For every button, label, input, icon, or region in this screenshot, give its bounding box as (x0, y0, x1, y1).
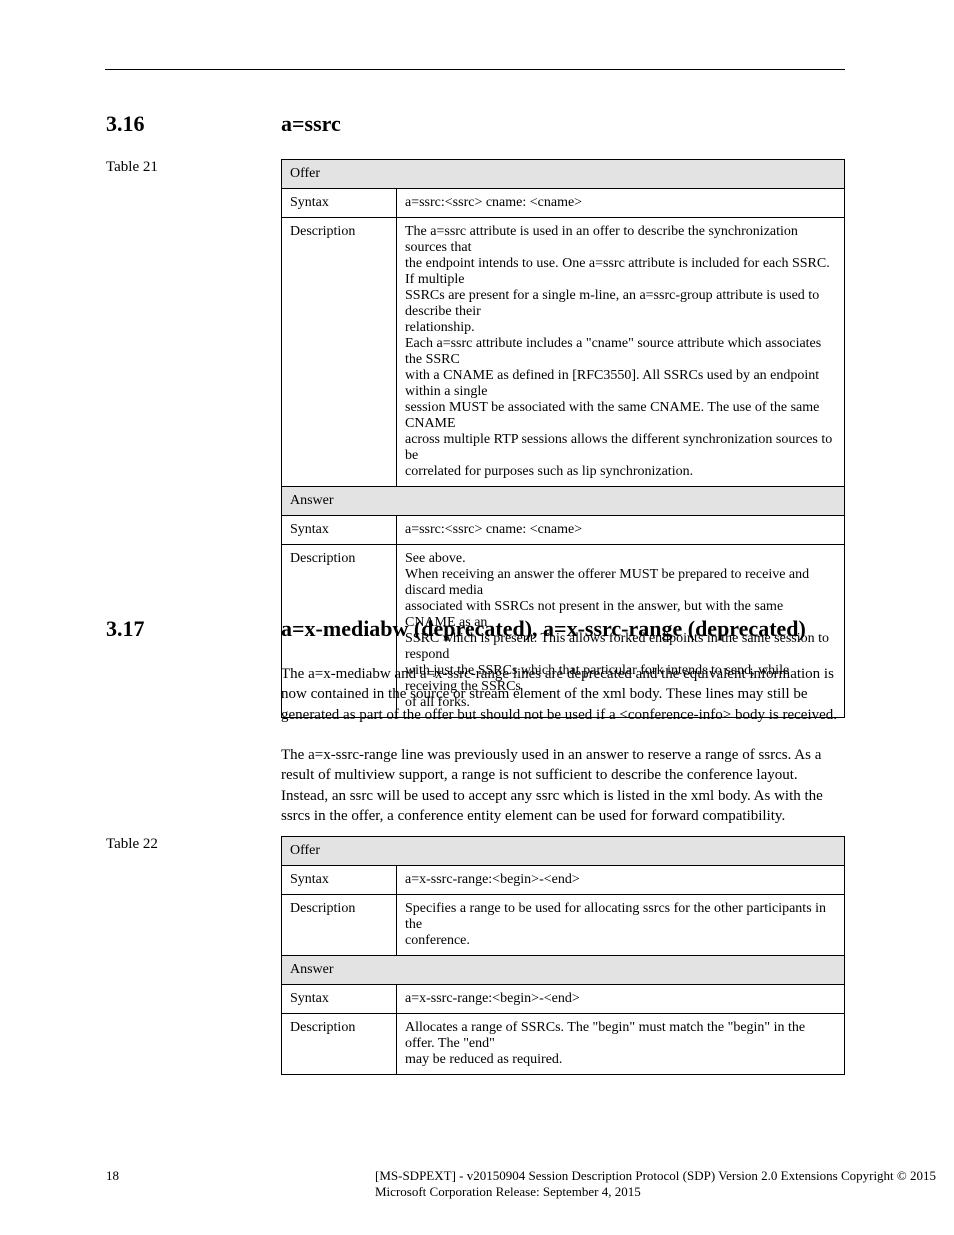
section-title-ssrc: a=ssrc (281, 111, 341, 137)
section-number-ssrc: 3.16 (106, 111, 145, 137)
section-desc-stream: The a=x-mediabw and a=x-ssrc-range lines… (281, 664, 845, 826)
table-cell: a=x-ssrc-range:<begin>-<end> (397, 985, 845, 1014)
table-row: Syntax a=x-ssrc-range:<begin>-<end> (282, 985, 845, 1014)
table-header-cell: Offer (282, 837, 845, 866)
table-cell: Syntax (282, 516, 397, 545)
footer-doc-title: [MS-SDPEXT] - v20150904 Session Descript… (375, 1168, 954, 1200)
table-cell: Description (282, 895, 397, 956)
table-cell: a=ssrc:<ssrc> cname: <cname> (397, 516, 845, 545)
table-row: Syntax a=x-ssrc-range:<begin>-<end> (282, 866, 845, 895)
table-cell: The a=ssrc attribute is used in an offer… (397, 218, 845, 487)
table-stream: Offer Syntax a=x-ssrc-range:<begin>-<end… (281, 836, 845, 1075)
section-title-stream: a=x-mediabw (deprecated), a=x-ssrc-range… (281, 616, 806, 642)
table-cell: a=x-ssrc-range:<begin>-<end> (397, 866, 845, 895)
table-row: Syntax a=ssrc:<ssrc> cname: <cname> (282, 516, 845, 545)
table-cell: a=ssrc:<ssrc> cname: <cname> (397, 189, 845, 218)
table-header-cell: Answer (282, 956, 845, 985)
table-cell: Description (282, 218, 397, 487)
table-cell: Syntax (282, 985, 397, 1014)
table-cell: Allocates a range of SSRCs. The "begin" … (397, 1014, 845, 1075)
table-row: Description Specifies a range to be used… (282, 895, 845, 956)
table-cell: Syntax (282, 189, 397, 218)
table-header-cell: Answer (282, 487, 845, 516)
table-row: Description Allocates a range of SSRCs. … (282, 1014, 845, 1075)
table-cell: Description (282, 1014, 397, 1075)
table-row: Offer (282, 837, 845, 866)
table-row: Description The a=ssrc attribute is used… (282, 218, 845, 487)
table-caption-stream: Table 22 (106, 836, 158, 853)
table-row: Answer (282, 956, 845, 985)
header-rule (105, 69, 845, 70)
table-cell: Syntax (282, 866, 397, 895)
footer-page-number: 18 (106, 1168, 119, 1184)
table-header-cell: Offer (282, 160, 845, 189)
section-number-stream: 3.17 (106, 616, 145, 642)
table-row: Offer (282, 160, 845, 189)
table-row: Answer (282, 487, 845, 516)
table-cell: Specifies a range to be used for allocat… (397, 895, 845, 956)
table-caption-ssrc: Table 21 (106, 159, 158, 176)
table-row: Syntax a=ssrc:<ssrc> cname: <cname> (282, 189, 845, 218)
